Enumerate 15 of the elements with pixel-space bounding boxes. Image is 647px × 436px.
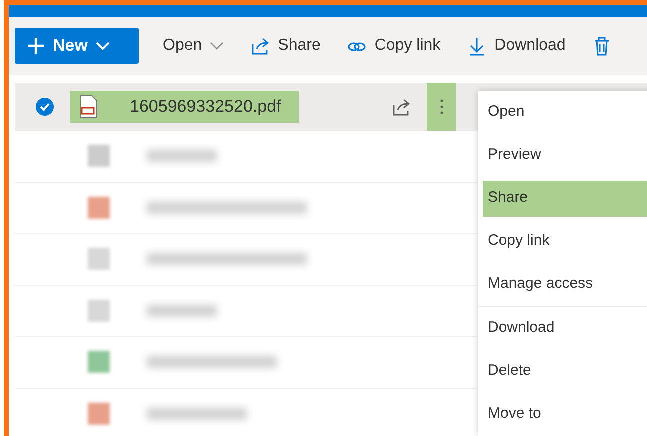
toolbar-button[interactable]: Open [161,34,226,58]
toolbar-button[interactable]: Share [248,34,323,58]
new-button[interactable]: New [15,28,139,64]
pdf-file-icon [80,95,98,119]
menu-item[interactable]: Share [483,180,647,216]
caret-icon [96,41,110,51]
toolbar-button[interactable]: Download [464,34,568,58]
plus-icon [27,37,45,55]
share-icon [250,36,270,56]
more-icon [440,99,444,115]
toolbar-button[interactable]: Copy link [344,34,443,58]
file-name-cell[interactable]: 1605969332520.pdf [70,91,299,123]
menu-item[interactable]: Move to [478,393,647,436]
menu-item[interactable]: Open [478,91,647,134]
share-icon [391,97,411,117]
